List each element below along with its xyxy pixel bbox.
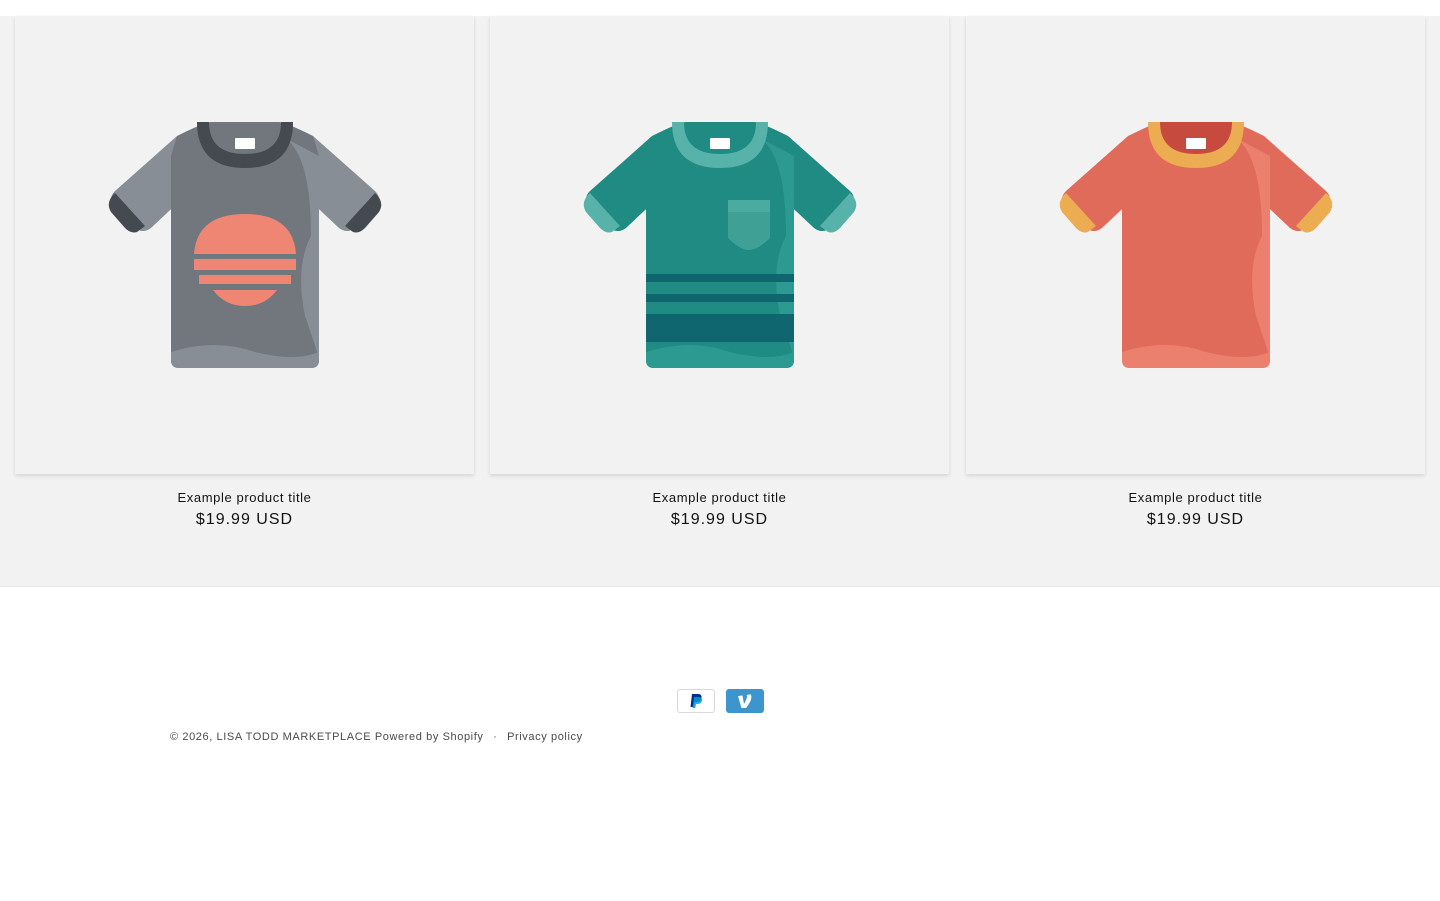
paypal-icon bbox=[677, 689, 715, 713]
gray-sunset-tshirt-icon bbox=[108, 122, 382, 368]
product-title[interactable]: Example product title bbox=[966, 490, 1425, 505]
payment-icons bbox=[677, 689, 764, 713]
product-image-link[interactable] bbox=[15, 16, 474, 474]
product-grid: Example product title $19.99 USD Example… bbox=[0, 16, 1440, 586]
privacy-policy-link[interactable]: Privacy policy bbox=[507, 731, 583, 743]
product-card[interactable]: Example product title $19.99 USD bbox=[490, 16, 949, 556]
footer: © 2026, LISA TODD MARKETPLACE Powered by… bbox=[0, 586, 1440, 901]
product-price: $19.99 USD bbox=[1146, 511, 1245, 528]
teal-striped-tshirt-icon bbox=[583, 122, 857, 368]
product-price: $19.99 USD bbox=[670, 511, 769, 528]
footer-copyright: © 2026, LISA TODD MARKETPLACE Powered by… bbox=[170, 731, 583, 743]
product-price: $19.99 USD bbox=[195, 511, 294, 528]
product-image-link[interactable] bbox=[966, 16, 1425, 474]
coral-ringer-tshirt-icon bbox=[1059, 122, 1333, 368]
store-name-link[interactable]: LISA TODD MARKETPLACE bbox=[217, 731, 372, 743]
footer-separator: · bbox=[493, 731, 498, 743]
product-image-link[interactable] bbox=[490, 16, 949, 474]
top-strip bbox=[0, 0, 1440, 16]
copyright-text: © 2026, bbox=[170, 731, 213, 743]
powered-by-shopify-link[interactable]: Powered by Shopify bbox=[375, 731, 484, 743]
venmo-icon bbox=[726, 689, 764, 713]
product-title[interactable]: Example product title bbox=[490, 490, 949, 505]
product-card[interactable]: Example product title $19.99 USD bbox=[15, 16, 474, 556]
product-title[interactable]: Example product title bbox=[15, 490, 474, 505]
product-card[interactable]: Example product title $19.99 USD bbox=[966, 16, 1425, 556]
